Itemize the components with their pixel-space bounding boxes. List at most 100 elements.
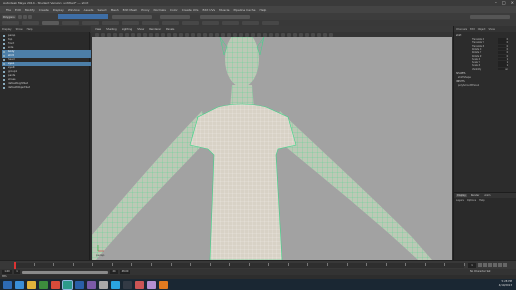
shelf-tab[interactable]: [82, 21, 99, 25]
viewport-tool-icon[interactable]: [245, 32, 249, 37]
viewport-tool-icon[interactable]: [143, 32, 147, 37]
playhead[interactable]: [14, 262, 16, 269]
step-back-icon[interactable]: [483, 263, 487, 267]
viewport-tool-icon[interactable]: [269, 32, 273, 37]
shelf-tab[interactable]: [122, 21, 139, 25]
input-line-field[interactable]: [200, 14, 250, 19]
layer-menu-layers[interactable]: Layers: [456, 199, 464, 202]
viewport-tool-icon[interactable]: [287, 32, 291, 37]
layer-tab-display[interactable]: Display: [456, 194, 467, 197]
viewport-tool-icon[interactable]: [299, 32, 303, 37]
attribute-value-field[interactable]: 0: [498, 51, 508, 54]
paint-icon[interactable]: [135, 280, 144, 289]
viewport-tool-icon[interactable]: [275, 32, 279, 37]
shelf-tab[interactable]: [42, 21, 59, 25]
attribute-value-field[interactable]: 0: [498, 41, 508, 44]
viewport-tool-icon[interactable]: [239, 32, 243, 37]
viewport-tool-icon[interactable]: [149, 32, 153, 37]
layer-tab-anim[interactable]: Anim: [483, 194, 491, 197]
menu-item-mesh[interactable]: Mesh: [111, 8, 119, 12]
step-forward-icon[interactable]: [498, 263, 502, 267]
viewport-tool-icon[interactable]: [263, 32, 267, 37]
outliner-menu-show[interactable]: Show: [16, 28, 23, 31]
outliner-item-defaultobjectset[interactable]: defaultObjectSet: [2, 86, 94, 90]
viewport-tool-icon[interactable]: [311, 32, 315, 37]
go-to-end-icon[interactable]: [503, 263, 507, 267]
maya-icon[interactable]: [62, 279, 73, 290]
shelf-tab[interactable]: [22, 21, 39, 25]
menu-item-file[interactable]: File: [6, 8, 11, 12]
outliner-menu-display[interactable]: Display: [2, 28, 12, 31]
menu-item-assets[interactable]: Assets: [84, 8, 94, 12]
media-icon[interactable]: [39, 280, 48, 289]
mode-dropdown[interactable]: Polygons: [2, 14, 16, 19]
attribute-value-field[interactable]: 1: [498, 64, 508, 67]
start-frame-field[interactable]: 1: [14, 270, 20, 274]
range-bar[interactable]: [22, 270, 108, 274]
system-clock[interactable]: 5:28 PM 4/19/2013: [499, 280, 512, 288]
open-scene-icon[interactable]: [23, 14, 27, 19]
selection-mask-bar[interactable]: [58, 14, 108, 19]
menu-item-edit-uvs[interactable]: Edit UVs: [203, 8, 216, 12]
new-scene-icon[interactable]: [18, 14, 22, 19]
range-start-field[interactable]: 1.00: [2, 270, 12, 274]
menu-item-create-uvs[interactable]: Create UVs: [182, 8, 199, 12]
attribute-value-field[interactable]: 0: [498, 38, 508, 41]
attribute-value-field[interactable]: 0: [498, 47, 508, 51]
current-frame-field[interactable]: 1: [468, 263, 476, 268]
attribute-value-field[interactable]: on: [498, 67, 508, 71]
shelf-tab[interactable]: [102, 21, 119, 25]
channel-tab-show[interactable]: Show: [489, 28, 495, 31]
chrome-icon[interactable]: [51, 280, 60, 289]
shelf-tab[interactable]: [262, 21, 279, 25]
folder-icon[interactable]: [27, 280, 36, 289]
viewport-menu-view[interactable]: View: [95, 28, 101, 31]
viewport-tool-icon[interactable]: [257, 32, 261, 37]
channel-tab-channels[interactable]: Channels: [456, 28, 467, 31]
shape-name[interactable]: shirtShape: [458, 76, 471, 79]
viewport-tool-icon[interactable]: [233, 32, 237, 37]
viewport-tool-icon[interactable]: [179, 32, 183, 37]
shelf-tab[interactable]: [182, 21, 199, 25]
viewport-tool-icon[interactable]: [167, 32, 171, 37]
outliner-menu-help[interactable]: Help: [27, 28, 33, 31]
menu-item-normals[interactable]: Normals: [154, 8, 166, 12]
layer-menu-options[interactable]: Options: [467, 199, 476, 202]
viewport-tool-icon[interactable]: [317, 32, 321, 37]
start-icon[interactable]: [3, 280, 12, 289]
viewport-tool-icon[interactable]: [323, 32, 327, 37]
ie-icon[interactable]: [15, 280, 24, 289]
viewport-tool-icon[interactable]: [113, 32, 117, 37]
menu-item-muscle[interactable]: Muscle: [219, 8, 229, 12]
shelf-tab[interactable]: [242, 21, 259, 25]
menu-item-color[interactable]: Color: [170, 8, 178, 12]
menu-item-edit-mesh[interactable]: Edit Mesh: [123, 8, 138, 12]
viewport-tool-icon[interactable]: [221, 32, 225, 37]
shelf-tab[interactable]: [2, 21, 19, 25]
viewport-tool-icon[interactable]: [251, 32, 255, 37]
viewport-tool-icon[interactable]: [209, 32, 213, 37]
attribute-value-field[interactable]: 1: [498, 57, 508, 61]
notepad-icon[interactable]: [99, 280, 108, 289]
character-mesh[interactable]: persp: [92, 37, 452, 260]
attribute-value-field[interactable]: 0: [498, 44, 508, 48]
menu-item-edit[interactable]: Edit: [15, 8, 21, 12]
viewport-tool-icon[interactable]: [101, 32, 105, 37]
viewport-tool-icon[interactable]: [293, 32, 297, 37]
snap-tools[interactable]: [112, 14, 152, 19]
viewport-tool-icon[interactable]: [197, 32, 201, 37]
shelf-tab[interactable]: [202, 21, 219, 25]
viewport-tool-icon[interactable]: [203, 32, 207, 37]
skype-icon[interactable]: [111, 280, 120, 289]
render-tools[interactable]: [160, 14, 190, 19]
channel-tab-edit[interactable]: Edit: [470, 28, 475, 31]
viewport-tool-icon[interactable]: [281, 32, 285, 37]
layer-menu-help[interactable]: Help: [479, 199, 484, 202]
viewport-menu-renderer[interactable]: Renderer: [149, 28, 161, 31]
viewport-menu-lighting[interactable]: Lighting: [122, 28, 132, 31]
menu-item-select[interactable]: Select: [97, 8, 106, 12]
viewport-tool-icon[interactable]: [173, 32, 177, 37]
shelf-tab[interactable]: [162, 21, 179, 25]
play-back-icon[interactable]: [488, 263, 492, 267]
perspective-viewport[interactable]: persp: [92, 37, 452, 260]
